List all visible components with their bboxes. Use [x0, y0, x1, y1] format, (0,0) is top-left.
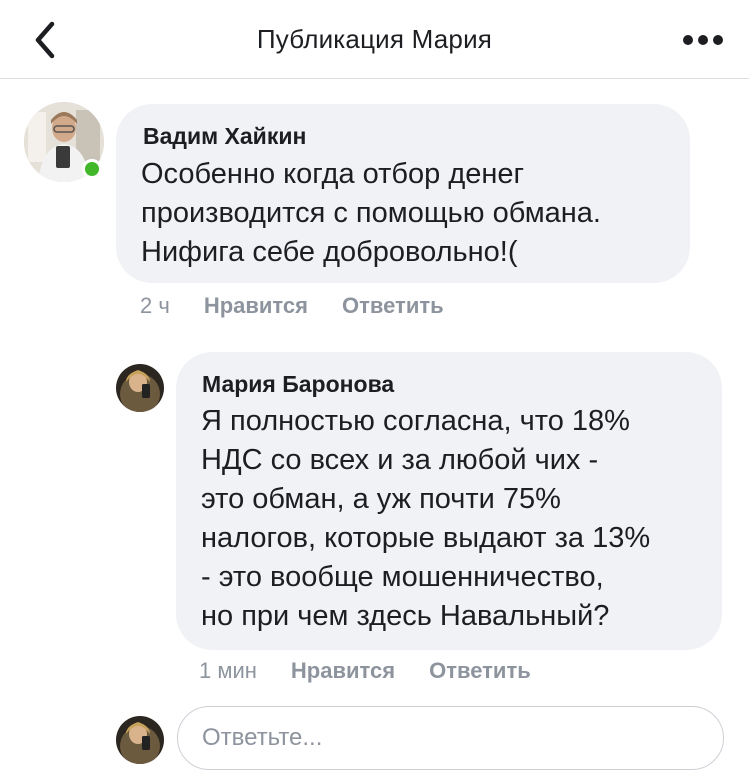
comment-text: Я полностью согласна, что 18% НДС со все…: [201, 405, 651, 632]
profile-photo: [116, 716, 164, 764]
current-user-avatar: [116, 716, 164, 764]
comment-timestamp: 1 мин: [199, 658, 257, 683]
like-button[interactable]: Нравится: [291, 658, 395, 683]
more-options-button[interactable]: [679, 26, 727, 54]
page-title: Публикация Мария: [256, 24, 493, 54]
comment-timestamp: 2 ч: [140, 293, 170, 318]
online-status-indicator: [82, 159, 102, 179]
comment-actions: 2 ч Нравится Ответить: [140, 293, 478, 319]
comment-thread-screen: Публикация Мария Вадим Хайкин Особенно к…: [0, 0, 749, 775]
reply-button[interactable]: Ответить: [429, 658, 531, 683]
profile-photo: [116, 364, 164, 412]
reply-button[interactable]: Ответить: [342, 293, 444, 318]
comment-author[interactable]: Мария Баронова: [202, 371, 394, 398]
comment-author[interactable]: Вадим Хайкин: [143, 123, 306, 150]
comment-text: Особенно когда отбор денег производится …: [141, 158, 601, 268]
comment-bubble[interactable]: Вадим Хайкин Особенно когда отбор денег …: [116, 104, 690, 283]
top-bar: Публикация Мария: [0, 0, 749, 79]
comment-actions: 1 мин Нравится Ответить: [199, 658, 565, 684]
more-horizontal-icon: [683, 35, 723, 45]
reply-input[interactable]: [177, 706, 724, 770]
comment-bubble[interactable]: Мария Баронова Я полностью согласна, что…: [176, 352, 722, 650]
avatar-maria[interactable]: [116, 364, 164, 412]
like-button[interactable]: Нравится: [204, 293, 308, 318]
